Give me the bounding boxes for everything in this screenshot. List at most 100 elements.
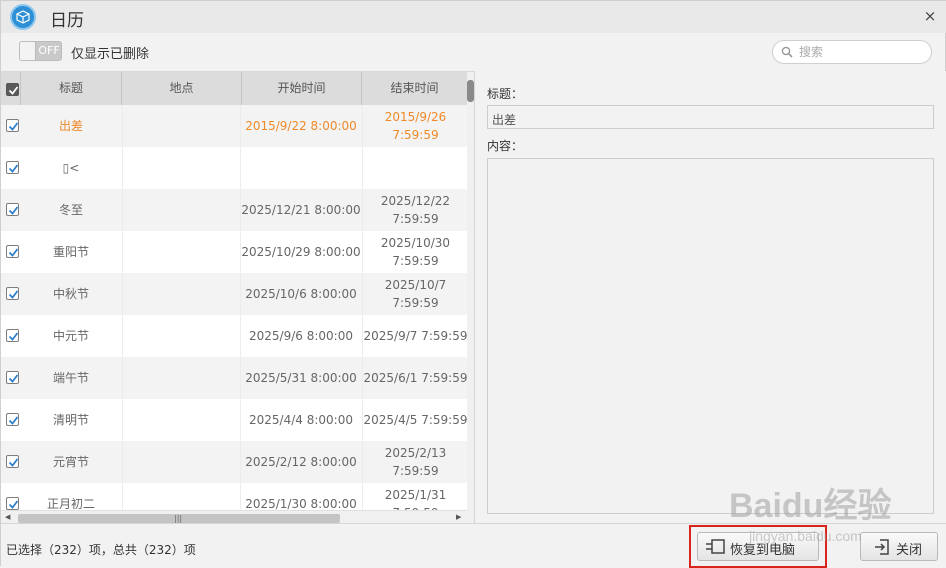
computer-plug-icon (706, 539, 725, 554)
select-all-checkbox[interactable] (6, 83, 19, 96)
cell-location (122, 105, 241, 147)
cell-location (122, 441, 241, 483)
cell-location (122, 399, 241, 441)
end-time-line: 2025/4/5 7:59:59 (363, 413, 468, 427)
cell-start-time: 2025/5/31 8:00:00 (245, 371, 357, 385)
title-field[interactable]: 出差 (487, 105, 934, 129)
cell-start-time: 2025/9/6 8:00:00 (249, 329, 353, 343)
cell-end-time: 2025/10/7 7:59:59 (362, 273, 468, 315)
table-row[interactable]: 中秋节 2025/10/6 8:00:00 2025/10/7 7:59:59 (1, 273, 467, 315)
cell-title: 重阳节 (52, 245, 89, 259)
table-row[interactable]: 端午节 2025/5/31 8:00:00 2025/6/1 7:59:59 (1, 357, 467, 399)
cell-start-time: 2025/10/6 8:00:00 (245, 287, 357, 301)
end-time-line: 2025/6/1 7:59:59 (363, 371, 468, 385)
end-time-line: 2025/12/22 (380, 194, 451, 208)
column-header-title[interactable]: 标题 (21, 72, 122, 105)
detail-panel: 标题： 出差 内容： (476, 71, 946, 523)
cell-title: 中秋节 (52, 287, 89, 301)
cell-start-time: 2025/4/4 8:00:00 (249, 413, 353, 427)
vertical-scroll-thumb[interactable] (467, 80, 474, 102)
horizontal-scroll-thumb[interactable]: ||| (18, 514, 340, 523)
cell-end-time: 2025/10/30 7:59:59 (362, 231, 468, 273)
cell-title: ▯< (62, 161, 80, 175)
table-row[interactable]: 清明节 2025/4/4 8:00:00 2025/4/5 7:59:59 (1, 399, 467, 441)
deleted-only-toggle[interactable]: OFF (19, 41, 62, 61)
row-checkbox[interactable] (6, 497, 19, 510)
cell-title: 冬至 (58, 203, 83, 217)
row-checkbox[interactable] (6, 245, 19, 258)
footer: 已选择（232）项，总共（232）项 恢复到电脑 关闭 (1, 523, 946, 568)
row-checkbox[interactable] (6, 329, 19, 342)
column-header-location[interactable]: 地点 (122, 72, 242, 105)
cell-start-time: 2025/10/29 8:00:00 (241, 245, 361, 259)
table-row[interactable]: 中元节 2025/9/6 8:00:00 2025/9/7 7:59:59 (1, 315, 467, 357)
row-checkbox[interactable] (6, 371, 19, 384)
restore-to-computer-button[interactable]: 恢复到电脑 (697, 532, 819, 561)
row-checkbox[interactable] (6, 455, 19, 468)
window-title: 日历 (50, 11, 84, 31)
selection-status: 已选择（232）项，总共（232）项 (6, 543, 196, 557)
table-row[interactable]: ▯< (1, 147, 467, 189)
cell-location (122, 231, 241, 273)
row-checkbox[interactable] (6, 413, 19, 426)
search-box[interactable] (772, 40, 932, 64)
vertical-scrollbar[interactable] (467, 72, 474, 523)
cell-end-time: 2025/2/13 7:59:59 (362, 441, 468, 483)
toggle-state: OFF (38, 44, 60, 57)
events-table: 标题 地点 开始时间 结束时间 出差 2015/9/22 8:00:00 2015/… (1, 71, 475, 523)
end-time-line: 2025/10/30 (380, 236, 451, 250)
content-field[interactable] (487, 158, 934, 514)
cell-end-time (362, 147, 468, 189)
column-header-end[interactable]: 结束时间 (362, 72, 467, 105)
search-input[interactable] (799, 44, 924, 60)
table-row[interactable]: 重阳节 2025/10/29 8:00:00 2025/10/30 7:59:59 (1, 231, 467, 273)
scroll-left-arrow-icon[interactable]: ◀ (5, 513, 11, 522)
end-time-line: 2025/9/7 7:59:59 (363, 329, 468, 343)
grip-icon: ||| (174, 514, 183, 523)
cell-title: 端午节 (52, 371, 89, 385)
cell-location (122, 147, 241, 189)
close-button[interactable]: 关闭 (860, 532, 938, 561)
calendar-cube-icon (10, 4, 36, 30)
table-header: 标题 地点 开始时间 结束时间 (1, 72, 467, 105)
restore-label: 恢复到电脑 (730, 543, 796, 558)
cell-location (122, 273, 241, 315)
cell-end-time: 2025/6/1 7:59:59 (362, 357, 468, 399)
row-checkbox[interactable] (6, 119, 19, 132)
table-row[interactable]: 元宵节 2025/2/12 8:00:00 2025/2/13 7:59:59 (1, 441, 467, 483)
content-label: 内容： (487, 139, 524, 153)
row-checkbox[interactable] (6, 287, 19, 300)
cell-location (122, 357, 241, 399)
close-label: 关闭 (896, 543, 923, 558)
exit-door-icon (875, 539, 889, 555)
cell-title: 出差 (58, 119, 83, 133)
scroll-right-arrow-icon[interactable]: ▶ (456, 513, 462, 522)
end-time-line: 7:59:59 (392, 254, 439, 268)
end-time-line: 2015/9/26 7:59:59 (384, 110, 447, 142)
toolbar: OFF 仅显示已删除 (1, 35, 946, 69)
row-checkbox[interactable] (6, 203, 19, 216)
horizontal-scrollbar[interactable]: ◀ ||| ▶ (1, 510, 467, 523)
cell-title: 中元节 (52, 329, 89, 343)
cell-end-time: 2025/4/5 7:59:59 (362, 399, 468, 441)
cell-start-time (241, 147, 361, 189)
end-time-line: 2025/2/13 7:59:59 (384, 446, 447, 478)
table-row[interactable]: 冬至 2025/12/21 8:00:00 2025/12/22 7:59:59 (1, 189, 467, 231)
table-row[interactable]: 出差 2015/9/22 8:00:00 2015/9/26 7:59:59 (1, 105, 467, 147)
cell-location (122, 189, 241, 231)
end-time-line: 2025/10/7 7:59:59 (384, 278, 447, 310)
toggle-label: 仅显示已删除 (71, 47, 150, 62)
select-all-cell (1, 72, 21, 105)
cell-start-time: 2025/12/21 8:00:00 (241, 203, 361, 217)
end-time-line: 7:59:59 (392, 212, 439, 226)
cell-title: 清明节 (52, 413, 89, 427)
search-icon (781, 46, 793, 58)
title-bar: 日历 × (1, 1, 946, 33)
cell-location (122, 315, 241, 357)
cell-end-time: 2015/9/26 7:59:59 (362, 105, 468, 147)
column-header-start[interactable]: 开始时间 (242, 72, 362, 105)
cell-end-time: 2025/9/7 7:59:59 (362, 315, 468, 357)
row-checkbox[interactable] (6, 161, 19, 174)
title-label: 标题： (487, 87, 524, 101)
close-icon[interactable]: × (921, 7, 939, 25)
